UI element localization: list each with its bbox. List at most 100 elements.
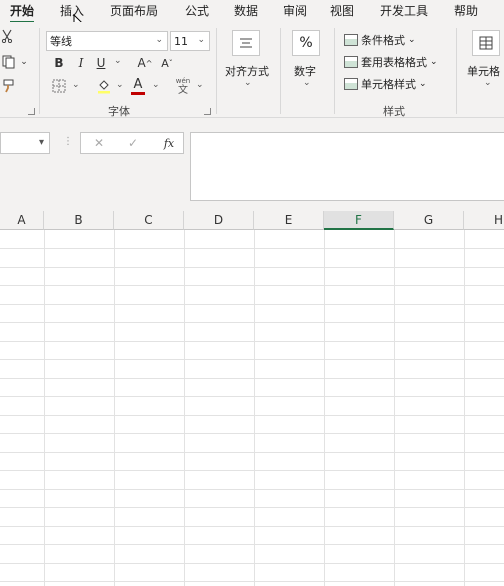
chevron-down-icon: ▾ — [38, 137, 44, 148]
phonetic-button[interactable]: wén 文 — [174, 75, 192, 97]
alignment-button[interactable] — [232, 30, 260, 56]
underline-dropdown-icon[interactable]: ⌄ — [114, 56, 122, 66]
phonetic-dropdown-icon[interactable]: ⌄ — [196, 80, 204, 90]
insert-function-button[interactable]: fx — [159, 135, 179, 151]
cells-icon — [479, 36, 493, 50]
chevron-down-icon: ⌄ — [430, 57, 438, 67]
cancel-button[interactable]: ✕ — [91, 135, 107, 151]
cells-button[interactable] — [472, 30, 500, 56]
column-header-g[interactable]: G — [394, 211, 464, 230]
font-size-select[interactable]: 11 ⌄ — [170, 31, 210, 51]
bold-button[interactable]: B — [52, 55, 66, 71]
ribbon-tab-bar: 开始 插入 页面布局 公式 数据 审阅 视图 开发工具 帮助 — [0, 0, 504, 33]
fill-color-icon[interactable] — [96, 77, 112, 95]
tab-developer[interactable]: 开发工具 — [380, 2, 428, 19]
tab-data[interactable]: 数据 — [234, 2, 258, 19]
font-color-dropdown-icon[interactable]: ⌄ — [152, 80, 160, 90]
ribbon: ⌄ 等线 ⌄ 11 ⌄ B I U ⌄ A ^ Aˇ ⌄ ⌄ A ⌄ wén 文… — [0, 22, 504, 118]
tab-view[interactable]: 视图 — [330, 2, 354, 19]
styles-group-label: 样式 — [383, 105, 405, 118]
number-label[interactable]: 数字 — [294, 63, 316, 79]
grid-row-line — [0, 452, 504, 453]
font-color-bar — [131, 91, 145, 95]
font-group-label: 字体 — [108, 105, 130, 118]
excel-window: 开始 插入 页面布局 公式 数据 审阅 视图 开发工具 帮助 ⌄ 等线 ⌄ 11… — [0, 0, 504, 586]
grid-row-line — [0, 415, 504, 416]
cut-icon[interactable] — [0, 28, 14, 44]
grid-row-line — [0, 378, 504, 379]
font-launcher-icon[interactable] — [204, 108, 211, 115]
cell-styles-label: 单元格样式 — [361, 78, 416, 91]
grid-column-line — [184, 230, 185, 586]
grid-row-line — [0, 433, 504, 434]
tab-help[interactable]: 帮助 — [454, 2, 478, 19]
column-header-c[interactable]: C — [114, 211, 184, 230]
column-header-d[interactable]: D — [184, 211, 254, 230]
ribbon-divider — [456, 28, 457, 114]
conditional-formatting-label: 条件格式 — [361, 34, 405, 47]
chevron-down-icon: ⌄ — [419, 79, 427, 89]
format-painter-icon[interactable] — [0, 78, 16, 94]
number-format-button[interactable]: % — [292, 30, 320, 56]
font-color-letter: A — [133, 76, 143, 92]
tab-page-layout[interactable]: 页面布局 — [110, 2, 158, 19]
grid-column-line — [324, 230, 325, 586]
copy-icon[interactable]: ⌄ — [0, 54, 30, 70]
worksheet-grid[interactable]: A B C D E F G H — [0, 211, 504, 586]
cells-label[interactable]: 单元格 — [467, 63, 500, 79]
align-center-icon — [240, 38, 252, 48]
shrink-font-label: A — [161, 56, 169, 70]
grow-font-label: A — [137, 56, 146, 70]
ribbon-divider — [280, 28, 281, 114]
chevron-down-icon: ⌄ — [197, 35, 205, 45]
grid-row-line — [0, 304, 504, 305]
borders-dropdown-icon[interactable]: ⌄ — [72, 80, 80, 90]
cell-styles-icon — [344, 78, 358, 90]
phonetic-top: wén — [175, 76, 191, 85]
name-box[interactable]: ▾ — [0, 132, 50, 154]
column-header-h[interactable]: H — [464, 211, 504, 230]
ribbon-divider — [39, 28, 40, 114]
chevron-down-icon: ⌄ — [155, 35, 163, 45]
tab-review[interactable]: 审阅 — [283, 2, 307, 19]
alignment-dropdown-icon[interactable]: ⌄ — [244, 78, 252, 88]
ribbon-divider — [334, 28, 335, 114]
ribbon-divider — [216, 28, 217, 114]
borders-icon[interactable] — [50, 78, 68, 94]
format-as-table-icon — [344, 56, 358, 68]
italic-button[interactable]: I — [74, 55, 88, 71]
conditional-formatting-icon — [344, 34, 358, 46]
column-header-a[interactable]: A — [0, 211, 44, 230]
cell-styles-button[interactable]: 单元格样式 ⌄ — [344, 76, 427, 92]
clipboard-launcher-icon[interactable] — [28, 108, 35, 115]
shrink-font-button[interactable]: Aˇ — [160, 55, 174, 71]
column-header-b[interactable]: B — [44, 211, 114, 230]
font-name-select[interactable]: 等线 ⌄ — [46, 31, 168, 51]
grid-column-line — [44, 230, 45, 586]
grid-row-line — [0, 322, 504, 323]
font-size-value: 11 — [174, 34, 188, 48]
column-header-f[interactable]: F — [324, 211, 394, 230]
grid-row-line — [0, 341, 504, 342]
font-color-button[interactable]: A — [130, 76, 146, 96]
alignment-label[interactable]: 对齐方式 — [225, 63, 269, 79]
number-dropdown-icon[interactable]: ⌄ — [303, 78, 311, 88]
cells-dropdown-icon[interactable]: ⌄ — [484, 78, 492, 88]
formula-input[interactable] — [190, 132, 504, 201]
fill-color-dropdown-icon[interactable]: ⌄ — [116, 80, 124, 90]
grow-font-button[interactable]: A ^ — [137, 55, 153, 71]
grid-row-line — [0, 248, 504, 249]
drag-handle-icon[interactable]: ⋮ — [63, 136, 73, 147]
grid-row-line — [0, 507, 504, 508]
enter-button[interactable]: ✓ — [125, 135, 141, 151]
grid-row-line — [0, 396, 504, 397]
format-as-table-button[interactable]: 套用表格格式 ⌄ — [344, 54, 438, 70]
grid-column-line — [464, 230, 465, 586]
tab-formulas[interactable]: 公式 — [185, 2, 209, 19]
tab-home[interactable]: 开始 — [10, 2, 35, 23]
grid-row-line — [0, 544, 504, 545]
percent-icon: % — [299, 35, 313, 51]
underline-button[interactable]: U — [94, 55, 108, 71]
conditional-formatting-button[interactable]: 条件格式 ⌄ — [344, 32, 416, 48]
column-header-e[interactable]: E — [254, 211, 324, 230]
